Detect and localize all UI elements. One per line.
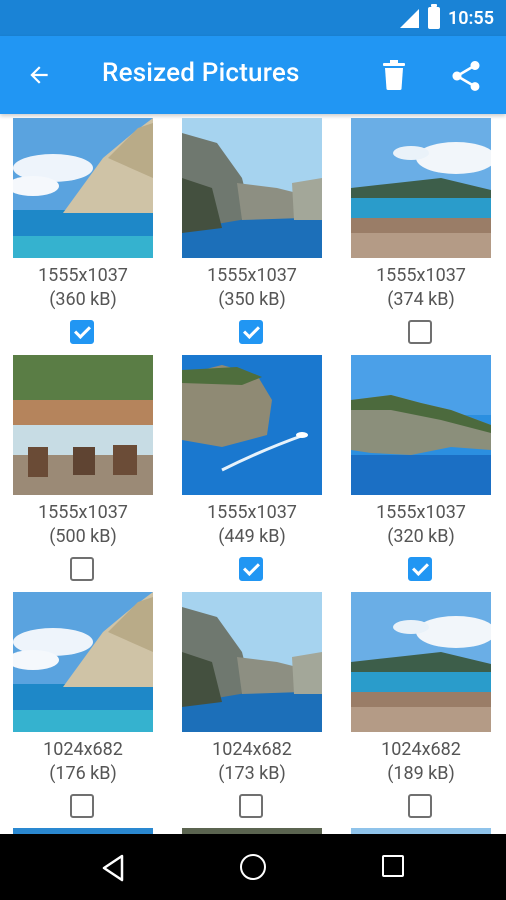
arrow-back-icon — [30, 66, 48, 84]
picture-checkbox[interactable] — [70, 320, 94, 344]
picture-dimensions: 1555x1037 — [207, 502, 297, 523]
picture-dimensions: 1555x1037 — [38, 502, 128, 523]
picture-thumbnail[interactable] — [182, 355, 322, 495]
picture-checkbox[interactable] — [408, 557, 432, 581]
picture-dimensions: 1555x1037 — [376, 502, 466, 523]
nav-home-icon[interactable] — [240, 854, 266, 880]
picture-dimensions: 1024x682 — [381, 739, 461, 760]
delete-button[interactable] — [375, 56, 413, 94]
signal-icon — [399, 9, 419, 28]
picture-checkbox[interactable] — [239, 320, 263, 344]
picture-dimensions: 1555x1037 — [376, 265, 466, 286]
picture-thumbnail[interactable] — [182, 592, 322, 732]
app-bar: Resized Pictures — [0, 36, 506, 114]
picture-checkbox[interactable] — [239, 557, 263, 581]
nav-recents-icon[interactable] — [382, 855, 404, 877]
status-icons: 10:55 — [398, 0, 494, 36]
picture-checkbox[interactable] — [408, 320, 432, 344]
picture-thumbnail[interactable] — [351, 355, 491, 495]
picture-checkbox[interactable] — [70, 557, 94, 581]
picture-checkbox[interactable] — [408, 794, 432, 818]
picture-thumbnail[interactable] — [182, 118, 322, 258]
picture-dimensions: 1024x682 — [212, 739, 292, 760]
picture-file-size: (449 kB) — [218, 526, 286, 547]
share-button[interactable] — [446, 56, 486, 96]
picture-file-size: (500 kB) — [49, 526, 117, 547]
status-time: 10:55 — [447, 7, 494, 29]
picture-dimensions: 1555x1037 — [207, 265, 297, 286]
battery-icon — [427, 4, 440, 29]
picture-dimensions: 1024x682 — [43, 739, 123, 760]
nav-back-icon[interactable] — [96, 851, 130, 885]
picture-dimensions: 1555x1037 — [38, 265, 128, 286]
picture-file-size: (360 kB) — [49, 289, 117, 310]
picture-file-size: (173 kB) — [218, 763, 286, 784]
picture-thumbnail[interactable] — [13, 355, 153, 495]
picture-grid: 1555x1037 (360 kB) 1555x1037 (350 kB) 15… — [0, 114, 506, 834]
trash-icon — [383, 60, 405, 90]
navigation-bar — [0, 834, 506, 900]
picture-checkbox[interactable] — [239, 794, 263, 818]
picture-thumbnail[interactable] — [351, 118, 491, 258]
status-bar: 10:55 — [0, 0, 506, 36]
share-icon — [452, 61, 480, 91]
page-title: Resized Pictures — [102, 58, 300, 88]
picture-thumbnail[interactable] — [351, 592, 491, 732]
picture-file-size: (350 kB) — [218, 289, 286, 310]
picture-checkbox[interactable] — [70, 794, 94, 818]
picture-thumbnail[interactable] — [13, 592, 153, 732]
picture-file-size: (176 kB) — [49, 763, 117, 784]
picture-file-size: (374 kB) — [387, 289, 455, 310]
picture-file-size: (189 kB) — [387, 763, 455, 784]
back-button[interactable] — [20, 56, 58, 94]
picture-thumbnail[interactable] — [13, 118, 153, 258]
picture-file-size: (320 kB) — [387, 526, 455, 547]
